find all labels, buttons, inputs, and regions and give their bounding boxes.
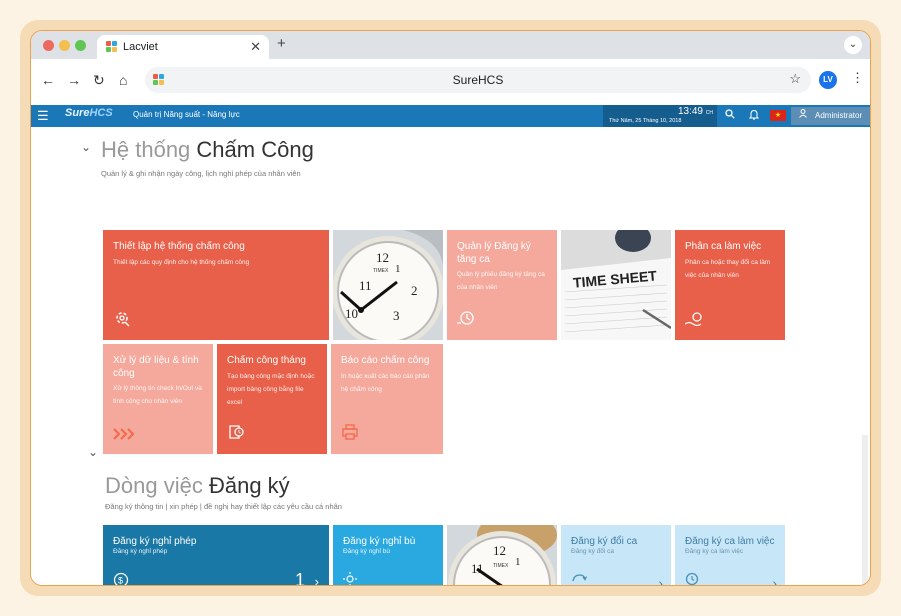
svg-text:TIMEX: TIMEX bbox=[373, 268, 389, 274]
address-url: SureHCS bbox=[452, 73, 504, 87]
search-icon[interactable] bbox=[725, 109, 735, 122]
clock-list-icon bbox=[457, 309, 475, 332]
tile-shift-swap-registration[interactable]: Đăng ký đổi ca Đăng ký đổi ca › bbox=[561, 525, 671, 586]
svg-text:10: 10 bbox=[345, 306, 358, 321]
svg-text:$: $ bbox=[118, 576, 123, 586]
user-icon bbox=[799, 107, 807, 125]
dollar-circle-icon: $ bbox=[113, 572, 129, 586]
home-icon[interactable]: ⌂ bbox=[119, 72, 127, 88]
section-attendance-collapse-icon[interactable]: ⌄ bbox=[81, 140, 91, 154]
printer-icon bbox=[341, 423, 359, 446]
section-workflow-subtitle: Đăng ký thông tin | xin phép | đề nghị h… bbox=[105, 502, 342, 511]
sun-icon bbox=[343, 572, 357, 585]
svg-text:1: 1 bbox=[515, 556, 521, 568]
hamburger-menu-icon[interactable]: ☰ bbox=[37, 108, 49, 124]
clock-photo: 12 1 2 3 11 10 TIMEX bbox=[333, 230, 443, 340]
section-attendance-title: Hệ thống Chấm Công bbox=[101, 137, 314, 162]
chevrons-right-icon bbox=[113, 427, 135, 446]
user-name: Administrator bbox=[815, 111, 863, 120]
clock-photo-2: 12 1 11 TIMEX bbox=[447, 525, 557, 585]
svg-text:3: 3 bbox=[393, 308, 400, 323]
browser-menu-icon[interactable]: ⋮ bbox=[851, 70, 864, 86]
tab-title: Lacviet bbox=[123, 41, 158, 53]
gear-settings-icon bbox=[113, 309, 131, 332]
svg-text:12: 12 bbox=[493, 543, 506, 558]
tile-overtime-registration[interactable]: Quản lý Đăng ký tăng ca Quản lý phiếu đă… bbox=[447, 230, 557, 340]
section-attendance-subtitle: Quản lý & ghi nhận ngày công, lịch nghỉ … bbox=[101, 169, 301, 178]
tab-lacviet[interactable]: Lacviet ✕ bbox=[97, 35, 269, 59]
refresh-icon bbox=[571, 572, 588, 585]
tab-search-chevron-icon[interactable]: ⌄ bbox=[844, 36, 862, 54]
main-content: ⌄ Hệ thống Chấm Công Quản lý & ghi nhận … bbox=[31, 127, 870, 586]
leave-count: 1 bbox=[294, 570, 305, 586]
tab-strip: Lacviet ✕ + ⌄ bbox=[31, 31, 870, 59]
tile-comp-leave-registration[interactable]: Đăng ký nghỉ bù Đăng ký nghỉ bù bbox=[333, 525, 443, 585]
reload-icon[interactable]: ↻ bbox=[93, 72, 105, 89]
module-title[interactable]: Quản trị Năng suất - Năng lực bbox=[133, 110, 240, 119]
shift-wave-icon bbox=[684, 311, 705, 332]
address-bar[interactable]: SureHCS ☆ bbox=[145, 67, 811, 93]
clock-icon bbox=[685, 572, 699, 585]
profile-avatar[interactable]: LV bbox=[819, 71, 837, 89]
close-tab-icon[interactable]: ✕ bbox=[250, 39, 261, 55]
document-clock-icon bbox=[227, 423, 245, 446]
bell-icon[interactable] bbox=[748, 109, 760, 123]
section-workflow-collapse-icon[interactable]: ⌄ bbox=[88, 445, 98, 459]
tile-work-shift-registration[interactable]: Đăng ký ca làm việc Đăng ký ca làm việc … bbox=[675, 525, 785, 586]
maximize-window-dot[interactable] bbox=[75, 40, 86, 51]
clock-time: 13:49 CH bbox=[677, 106, 713, 117]
vietnam-flag-icon[interactable]: ★ bbox=[770, 110, 786, 121]
forward-arrow-icon[interactable]: → bbox=[67, 72, 81, 88]
svg-text:1: 1 bbox=[395, 263, 401, 275]
vertical-scrollbar[interactable] bbox=[862, 435, 868, 585]
back-arrow-icon[interactable]: ← bbox=[41, 72, 55, 88]
tile-monthly-timesheet[interactable]: Chấm công tháng Tạo bảng công mặc định h… bbox=[217, 344, 327, 454]
tile-attendance-report[interactable]: Báo cáo chấm công In hoặc xuất các báo c… bbox=[331, 344, 443, 454]
section-workflow-title: Dòng việc Đăng ký bbox=[105, 473, 290, 498]
tile-data-processing[interactable]: Xử lý dữ liệu & tính công Xử lý thông ti… bbox=[103, 344, 213, 454]
minimize-window-dot[interactable] bbox=[59, 40, 70, 51]
app-header: ☰ SureHCS Quản trị Năng suất - Năng lực … bbox=[31, 105, 870, 127]
svg-text:11: 11 bbox=[359, 278, 372, 293]
svg-text:12: 12 bbox=[376, 250, 389, 265]
chevron-right-icon: › bbox=[772, 575, 777, 586]
tile-shift-assignment[interactable]: Phân ca làm việc Phân ca hoặc thay đổi c… bbox=[675, 230, 785, 340]
browser-window: Lacviet ✕ + ⌄ ← → ↻ ⌂ SureHCS ☆ LV ⋮ ☰ S… bbox=[30, 30, 871, 586]
chevron-right-icon: › bbox=[658, 575, 663, 586]
close-window-dot[interactable] bbox=[43, 40, 54, 51]
tile-leave-registration[interactable]: Đăng ký nghỉ phép Đăng ký nghỉ phép $ 1 … bbox=[103, 525, 329, 586]
svg-text:2: 2 bbox=[411, 283, 418, 298]
clock-box: 13:49 CH Thứ Năm, 25 Tháng 10, 2018 bbox=[603, 105, 717, 127]
browser-toolbar: ← → ↻ ⌂ SureHCS ☆ LV ⋮ bbox=[31, 59, 870, 105]
timesheet-photo: TIME SHEET bbox=[561, 230, 671, 340]
chevron-right-icon: › bbox=[314, 574, 319, 586]
surehcs-logo[interactable]: SureHCS bbox=[65, 107, 113, 119]
clock-date: Thứ Năm, 25 Tháng 10, 2018 bbox=[609, 118, 682, 124]
bookmark-star-icon[interactable]: ☆ bbox=[789, 71, 801, 87]
user-menu-button[interactable]: Administrator bbox=[791, 107, 870, 125]
svg-text:TIMEX: TIMEX bbox=[493, 563, 509, 569]
tile-attendance-setup[interactable]: Thiết lập hệ thống chấm công Thiết lập c… bbox=[103, 230, 329, 340]
lacviet-favicon-icon bbox=[106, 41, 118, 53]
new-tab-button[interactable]: + bbox=[277, 35, 286, 52]
